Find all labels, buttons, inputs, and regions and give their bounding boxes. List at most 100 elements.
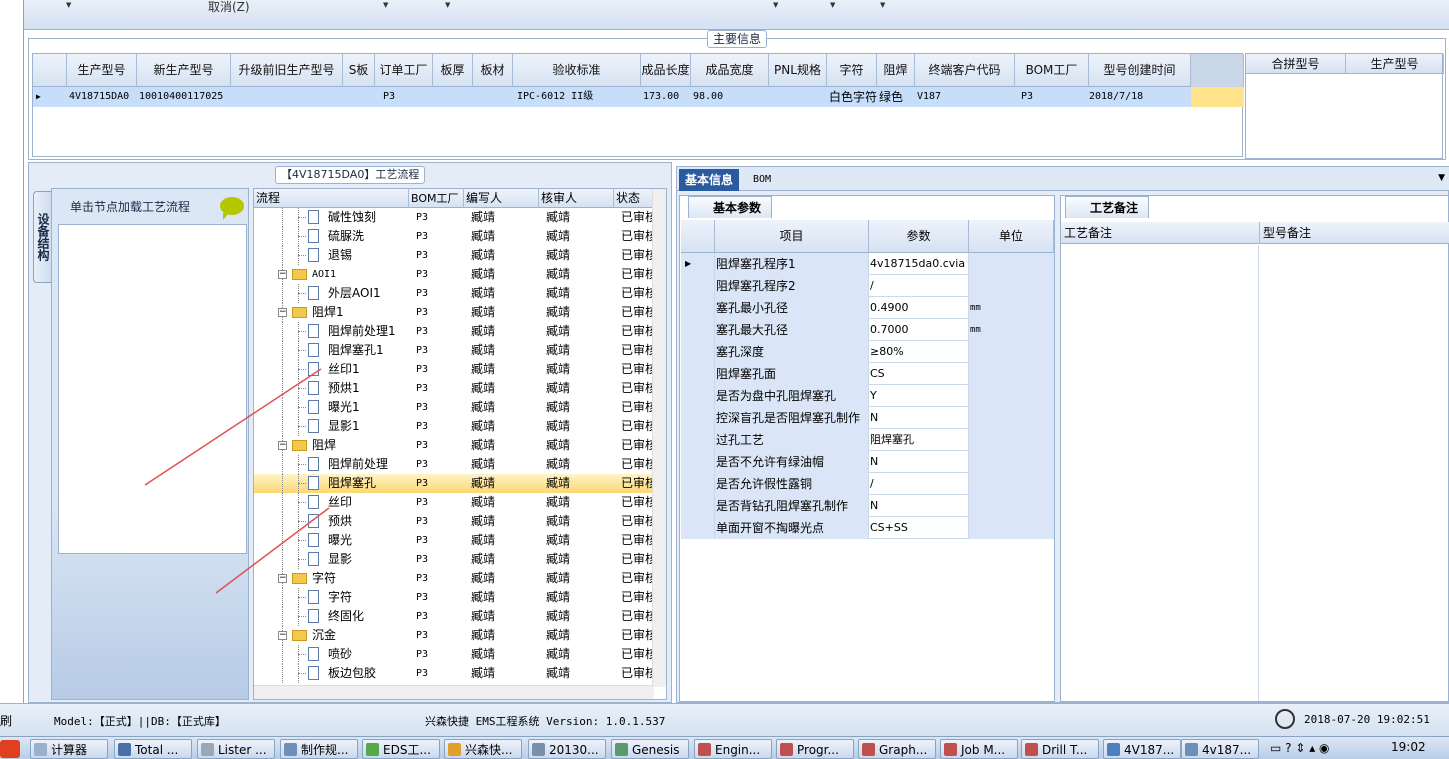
main-col-header[interactable]: 终端客户代码	[915, 54, 1015, 87]
param-value[interactable]: CS+SS	[869, 517, 969, 539]
tree-row[interactable]: 阻焊前处理 P3 臧靖 臧靖 已审核	[254, 455, 654, 474]
main-cell[interactable]	[433, 87, 473, 107]
main-cell[interactable]: 173.00	[643, 87, 693, 107]
tabs-dropdown-icon[interactable]: ▼	[1438, 173, 1445, 183]
main-cell[interactable]: IPC-6012 II级	[517, 87, 645, 107]
param-value[interactable]: 0.7000	[869, 319, 969, 341]
tree-vertical-scrollbar[interactable]	[652, 189, 666, 687]
param-value[interactable]: /	[869, 473, 969, 495]
dropdown-arrow-icon[interactable]: ▼	[383, 1, 388, 9]
tree-row[interactable]: 阻焊前处理1 P3 臧靖 臧靖 已审核	[254, 322, 654, 341]
tree-row[interactable]: 终固化 P3 臧靖 臧靖 已审核	[254, 607, 654, 626]
param-value[interactable]: 阻焊塞孔	[869, 429, 969, 451]
tree-row[interactable]: 板边包胶 P3 臧靖 臧靖 已审核	[254, 664, 654, 683]
tree-row[interactable]: 退锡 P3 臧靖 臧靖 已审核	[254, 246, 654, 265]
tree-col-header[interactable]: BOM工厂	[409, 189, 464, 208]
tree-row[interactable]: 曝光1 P3 臧靖 臧靖 已审核	[254, 398, 654, 417]
main-cell[interactable]: P3	[1021, 87, 1095, 107]
main-cell[interactable]	[769, 87, 827, 107]
tree-row[interactable]: 外层AOI1 P3 臧靖 臧靖 已审核	[254, 284, 654, 303]
taskbar-item[interactable]: Drill T...	[1021, 739, 1099, 759]
merge-col-header[interactable]: 生产型号	[1346, 54, 1444, 74]
params-row[interactable]: 塞孔最小孔径 0.4900 mm	[681, 297, 1054, 319]
dropdown-arrow-icon[interactable]: ▼	[830, 1, 835, 9]
main-cell[interactable]: 绿色	[879, 87, 917, 107]
merge-col-header[interactable]: 合拼型号	[1246, 54, 1346, 74]
taskbar-item[interactable]: 4v187...	[1181, 739, 1259, 759]
main-grid-row[interactable]: ▶ 4V18715DA0 10010400117025 P3 IPC-6012 II级 1…	[33, 87, 1244, 107]
main-col-header[interactable]: 板厚	[433, 54, 473, 87]
main-col-header[interactable]: 成品宽度	[691, 54, 769, 87]
tree-row[interactable]: 预烘 P3 臧靖 臧靖 已审核	[254, 512, 654, 531]
params-row[interactable]: 过孔工艺 阻焊塞孔	[681, 429, 1054, 451]
param-value[interactable]: ≥80%	[869, 341, 969, 363]
params-row[interactable]: 阻焊塞孔程序2/	[681, 275, 1054, 297]
main-cell[interactable]	[473, 87, 513, 107]
param-value[interactable]: 0.4900	[869, 297, 969, 319]
params-row[interactable]: ▶ 阻焊塞孔程序1 4v18715da0.cvia	[681, 253, 1054, 275]
param-value[interactable]: /	[869, 275, 969, 297]
tree-col-header[interactable]: 编写人	[464, 189, 539, 208]
taskbar-item[interactable]: EDS工...	[362, 739, 440, 759]
param-value[interactable]: CS	[869, 363, 969, 385]
main-col-header[interactable]: 验收标准	[513, 54, 641, 87]
tree-row[interactable]: − 字符 P3 臧靖 臧靖 已审核	[254, 569, 654, 588]
main-col-header[interactable]: 阻焊	[877, 54, 915, 87]
taskbar-item[interactable]: Progr...	[776, 739, 854, 759]
param-value[interactable]: N	[869, 407, 969, 429]
main-col-header[interactable]: 升级前旧生产型号	[231, 54, 343, 87]
main-col-header[interactable]: 板材	[473, 54, 513, 87]
params-row[interactable]: 是否为盘中孔阻焊塞孔 Y	[681, 385, 1054, 407]
params-row[interactable]: 是否不允许有绿油帽 N	[681, 451, 1054, 473]
params-row[interactable]: 是否允许假性露铜 /	[681, 473, 1054, 495]
tree-row[interactable]: − 沉金 P3 臧靖 臧靖 已审核	[254, 626, 654, 645]
tree-row[interactable]: 显影 P3 臧靖 臧靖 已审核	[254, 550, 654, 569]
params-col-header[interactable]: 单位	[969, 220, 1054, 253]
params-col-header[interactable]: 项目	[715, 220, 869, 253]
tree-col-header[interactable]: 核审人	[539, 189, 614, 208]
main-cell[interactable]: 10010400117025	[139, 87, 233, 107]
start-icon[interactable]	[0, 740, 20, 758]
taskbar-item[interactable]: Total ...	[114, 739, 192, 759]
tree-col-header[interactable]: 状态	[614, 189, 654, 208]
params-row[interactable]: 塞孔深度 ≥80%	[681, 341, 1054, 363]
main-col-header[interactable]: S板	[343, 54, 375, 87]
main-cell[interactable]: V187	[917, 87, 1017, 107]
collapse-icon[interactable]: −	[278, 574, 287, 583]
device-tree-area[interactable]	[58, 224, 247, 554]
tree-row[interactable]: 阻焊塞孔1 P3 臧靖 臧靖 已审核	[254, 341, 654, 360]
main-cell[interactable]: 2018/7/18	[1089, 87, 1191, 107]
tab-bom[interactable]: BOM	[747, 169, 777, 191]
taskbar-item[interactable]: Job M...	[940, 739, 1018, 759]
collapse-icon[interactable]: −	[278, 631, 287, 640]
taskbar-item[interactable]: 制作规...	[280, 739, 358, 759]
main-col-header[interactable]: 字符	[827, 54, 877, 87]
tab-basic-info[interactable]: 基本信息	[679, 169, 740, 191]
params-row[interactable]: 阻焊塞孔面 CS	[681, 363, 1054, 385]
notes-col-header[interactable]: 型号备注	[1263, 222, 1311, 244]
tab-basic-params[interactable]: 基本参数	[688, 196, 773, 218]
tree-row[interactable]: − 阻焊1 P3 臧靖 臧靖 已审核	[254, 303, 654, 322]
params-row[interactable]: 塞孔最大孔径 0.7000 mm	[681, 319, 1054, 341]
params-col-header[interactable]: 参数	[869, 220, 969, 253]
tree-row[interactable]: − 阻焊 P3 臧靖 臧靖 已审核	[254, 436, 654, 455]
main-cell[interactable]	[343, 87, 375, 107]
tab-process-notes[interactable]: 工艺备注	[1065, 196, 1150, 218]
tree-row[interactable]: 显影1 P3 臧靖 臧靖 已审核	[254, 417, 654, 436]
main-col-header[interactable]: PNL规格	[769, 54, 827, 87]
collapse-icon[interactable]: −	[278, 270, 287, 279]
tree-row[interactable]: 丝印 P3 臧靖 臧靖 已审核	[254, 493, 654, 512]
main-cell[interactable]: 98.00	[693, 87, 771, 107]
main-col-header[interactable]: 型号创建时间	[1089, 54, 1191, 87]
params-row[interactable]: 控深盲孔是否阻焊塞孔制作 N	[681, 407, 1054, 429]
main-col-header[interactable]: 成品长度	[641, 54, 691, 87]
tree-row[interactable]: − AOI1 P3 臧靖 臧靖 已审核	[254, 265, 654, 284]
tree-row[interactable]: 喷砂 P3 臧靖 臧靖 已审核	[254, 645, 654, 664]
main-col-header[interactable]: 生产型号	[67, 54, 137, 87]
tray-clock[interactable]: 19:02	[1391, 740, 1426, 754]
collapse-icon[interactable]: −	[278, 441, 287, 450]
tree-row[interactable]: 丝印1 P3 臧靖 臧靖 已审核	[254, 360, 654, 379]
taskbar-item[interactable]: 兴森快...	[444, 739, 522, 759]
main-cell[interactable]: 4V18715DA0	[69, 87, 139, 107]
tree-row[interactable]: 碱性蚀刻 P3 臧靖 臧靖 已审核	[254, 208, 654, 227]
